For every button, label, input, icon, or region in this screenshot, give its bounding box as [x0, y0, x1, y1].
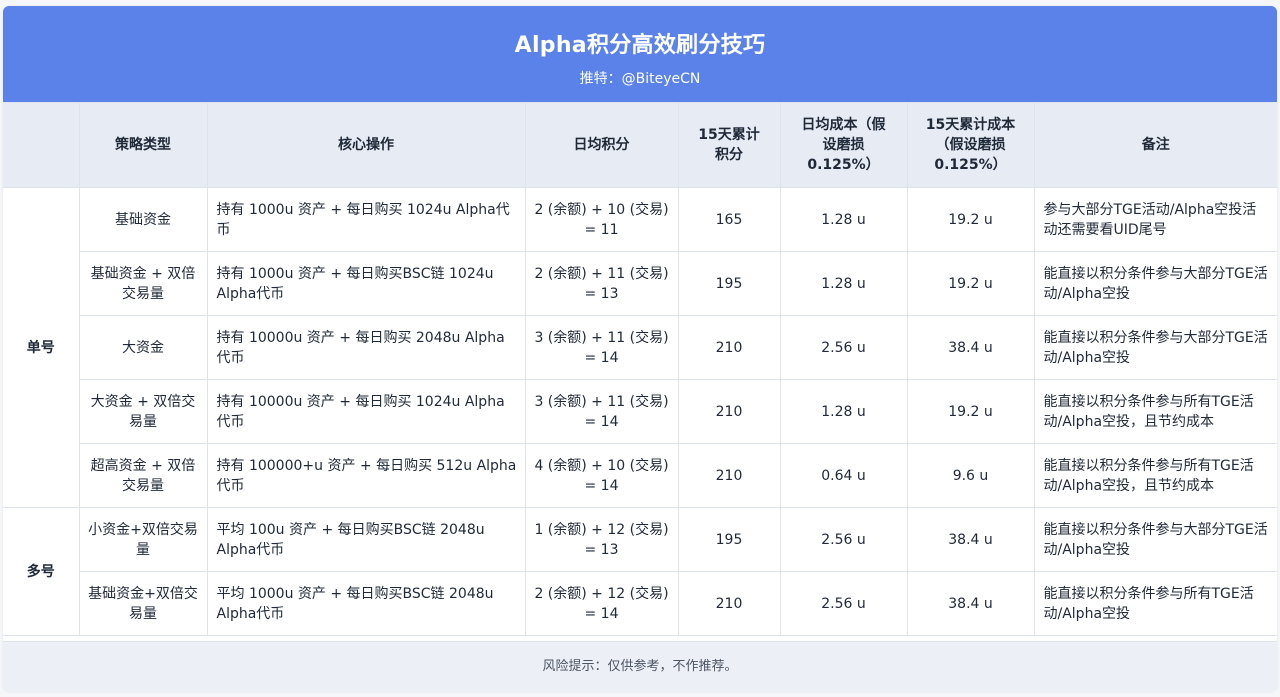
daily-points-cell: 2 (余额) + 12 (交易) = 14: [524, 571, 679, 636]
note-cell: 能直接以积分条件参与所有TGE活动/Alpha空投，且节约成本: [1033, 443, 1277, 508]
total-cost-cell: 19.2 u: [906, 379, 1035, 444]
note-cell: 能直接以积分条件参与所有TGE活动/Alpha空投: [1033, 571, 1277, 636]
strategy-cell: 基础资金 + 双倍交易量: [79, 251, 208, 316]
total-points-cell: 210: [677, 379, 781, 444]
table-row: 大资金 持有 10000u 资产 + 每日购买 2048u Alpha代币 3 …: [3, 315, 1277, 380]
page-title: Alpha积分高效刷分技巧: [514, 33, 766, 58]
daily-points-cell: 2 (余额) + 10 (交易) = 11: [524, 187, 679, 252]
total-cost-cell: 38.4 u: [906, 315, 1035, 380]
operation-cell: 持有 100000+u 资产 + 每日购买 512u Alpha代币: [206, 443, 526, 508]
total-points-cell: 210: [677, 443, 781, 508]
total-cost-cell: 9.6 u: [906, 443, 1035, 508]
note-cell: 能直接以积分条件参与所有TGE活动/Alpha空投，且节约成本: [1033, 379, 1277, 444]
note-cell: 能直接以积分条件参与大部分TGE活动/Alpha空投: [1033, 507, 1277, 572]
total-points-cell: 195: [677, 507, 781, 572]
twitter-handle: 推特：@BiteyeCN: [579, 71, 701, 87]
daily-points-cell: 2 (余额) + 11 (交易) = 13: [524, 251, 679, 316]
daily-points-cell: 3 (余额) + 11 (交易) = 14: [524, 379, 679, 444]
group-label-multi: 多号: [3, 507, 80, 636]
operation-cell: 平均 1000u 资产 + 每日购买BSC链 2048u Alpha代币: [206, 571, 526, 636]
column-header-note: 备注: [1033, 102, 1277, 188]
operation-cell: 持有 1000u 资产 + 每日购买 1024u Alpha代币: [206, 187, 526, 252]
total-points-cell: 210: [677, 571, 781, 636]
daily-points-cell: 3 (余额) + 11 (交易) = 14: [524, 315, 679, 380]
strategy-cell: 基础资金: [78, 187, 208, 252]
strategy-cell: 大资金 + 双倍交易量: [79, 379, 208, 444]
total-points-cell: 195: [677, 251, 781, 316]
daily-cost-cell: 2.56 u: [779, 571, 908, 636]
total-cost-cell: 38.4 u: [906, 507, 1035, 572]
daily-points-cell: 4 (余额) + 10 (交易) = 14: [524, 443, 679, 508]
note-cell: 能直接以积分条件参与大部分TGE活动/Alpha空投: [1033, 251, 1277, 316]
table-row: 基础资金+双倍交易量 平均 1000u 资产 + 每日购买BSC链 2048u …: [3, 571, 1277, 636]
strategy-cell: 超高资金 + 双倍交易量: [79, 443, 208, 508]
total-cost-cell: 19.2 u: [906, 187, 1035, 252]
operation-cell: 持有 1000u 资产 + 每日购买BSC链 1024u Alpha代币: [206, 251, 526, 316]
total-cost-cell: 38.4 u: [906, 571, 1035, 636]
daily-points-cell: 1 (余额) + 12 (交易) = 13: [524, 507, 679, 572]
strategy-cell: 大资金: [79, 315, 208, 380]
note-cell: 参与大部分TGE活动/Alpha空投活动还需要看UID尾号: [1033, 187, 1277, 252]
strategy-card: Alpha积分高效刷分技巧 推特：@BiteyeCN 策略类型 核心操作 日均积…: [3, 6, 1277, 692]
daily-cost-cell: 1.28 u: [779, 251, 908, 316]
table-body: 单号 基础资金 持有 1000u 资产 + 每日购买 1024u Alpha代币…: [3, 187, 1277, 636]
table-row: 基础资金 + 双倍交易量 持有 1000u 资产 + 每日购买BSC链 1024…: [3, 251, 1277, 316]
daily-cost-cell: 1.28 u: [779, 379, 908, 444]
risk-disclaimer: 风险提示：仅供参考，不作推荐。: [3, 641, 1277, 692]
column-header-group: [3, 102, 80, 188]
daily-cost-cell: 0.64 u: [779, 443, 908, 508]
table-row: 超高资金 + 双倍交易量 持有 100000+u 资产 + 每日购买 512u …: [3, 443, 1277, 508]
operation-cell: 持有 10000u 资产 + 每日购买 2048u Alpha代币: [206, 315, 526, 380]
note-cell: 能直接以积分条件参与大部分TGE活动/Alpha空投: [1033, 315, 1277, 380]
column-header-strategy: 策略类型: [78, 102, 208, 188]
total-points-cell: 165: [677, 187, 781, 252]
table-row: 大资金 + 双倍交易量 持有 10000u 资产 + 每日购买 1024u Al…: [3, 379, 1277, 444]
column-header-total-cost: 15天累计成本（假设磨损0.125%）: [906, 102, 1035, 188]
column-header-daily-cost: 日均成本（假设磨损0.125%）: [779, 102, 908, 188]
table-header: 策略类型 核心操作 日均积分 15天累计积分 日均成本（假设磨损0.125%） …: [3, 102, 1277, 188]
total-points-cell: 210: [677, 315, 781, 380]
table-row: 单号 基础资金 持有 1000u 资产 + 每日购买 1024u Alpha代币…: [3, 187, 1277, 508]
strategy-cell: 小资金+双倍交易量: [78, 507, 208, 572]
group-label-single: 单号: [3, 187, 80, 508]
header-banner: Alpha积分高效刷分技巧 推特：@BiteyeCN: [3, 6, 1277, 102]
daily-cost-cell: 2.56 u: [779, 507, 908, 572]
daily-cost-cell: 2.56 u: [779, 315, 908, 380]
daily-cost-cell: 1.28 u: [779, 187, 908, 252]
column-header-total-points: 15天累计积分: [677, 102, 781, 188]
total-cost-cell: 19.2 u: [906, 251, 1035, 316]
column-header-operation: 核心操作: [206, 102, 526, 188]
strategy-table: 策略类型 核心操作 日均积分 15天累计积分 日均成本（假设磨损0.125%） …: [3, 102, 1277, 636]
table-row: 多号 小资金+双倍交易量 平均 100u 资产 + 每日购买BSC链 2048u…: [3, 507, 1277, 636]
column-header-daily-points: 日均积分: [524, 102, 679, 188]
strategy-cell: 基础资金+双倍交易量: [79, 571, 208, 636]
operation-cell: 持有 10000u 资产 + 每日购买 1024u Alpha代币: [206, 379, 526, 444]
operation-cell: 平均 100u 资产 + 每日购买BSC链 2048u Alpha代币: [206, 507, 526, 572]
